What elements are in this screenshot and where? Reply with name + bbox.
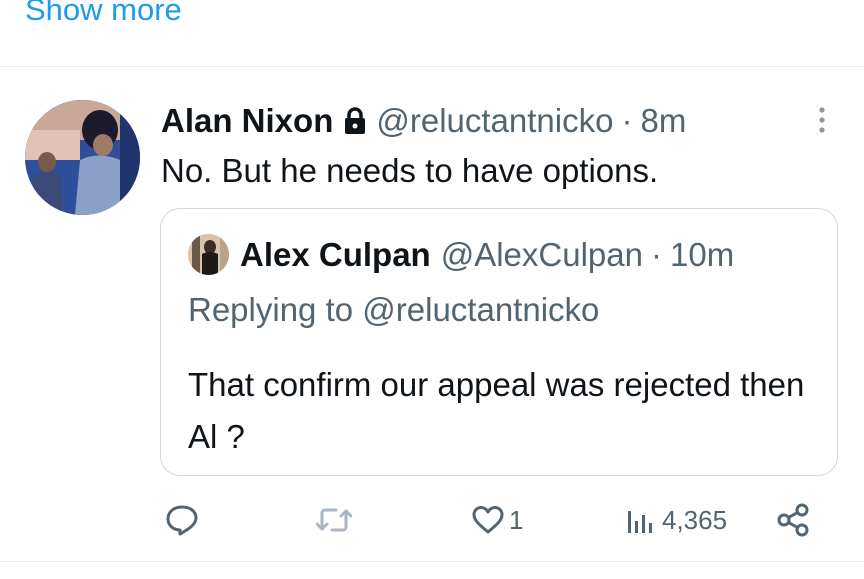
quote-author-name[interactable]: Alex Culpan <box>240 236 431 274</box>
heart-icon <box>471 504 505 536</box>
retweet-icon <box>316 503 352 537</box>
author-name[interactable]: Alan Nixon <box>161 102 333 140</box>
replying-to: Replying to @reluctantnicko <box>188 291 600 328</box>
lock-icon <box>342 106 368 136</box>
reply-button[interactable] <box>165 498 203 542</box>
quoted-tweet[interactable]: Alex Culpan @AlexCulpan · 10m Replying t… <box>160 208 838 476</box>
avatar[interactable] <box>25 100 140 215</box>
separator-dot: · <box>650 236 662 273</box>
quote-timestamp: 10m <box>669 236 735 273</box>
quote-header: Alex Culpan @AlexCulpan · 10m <box>240 234 734 276</box>
divider <box>0 561 864 562</box>
more-vertical-icon[interactable] <box>810 106 834 134</box>
reply-icon <box>165 503 199 537</box>
views-button[interactable]: 4,365 <box>626 498 727 542</box>
share-button[interactable] <box>776 498 812 542</box>
views-count: 4,365 <box>662 504 728 535</box>
tweet-text: No. But he needs to have options. <box>161 152 659 189</box>
timestamp[interactable]: 8m <box>640 102 686 140</box>
author-handle[interactable]: @reluctantnicko <box>376 102 613 140</box>
divider <box>0 66 864 67</box>
action-bar: 1 4,365 <box>0 498 864 542</box>
views-icon <box>626 505 658 535</box>
quote-avatar <box>188 234 229 275</box>
quote-author-handle[interactable]: @AlexCulpan <box>441 236 643 274</box>
tweet-header: Alan Nixon @reluctantnicko · 8m <box>161 100 686 142</box>
like-count: 1 <box>509 504 524 535</box>
separator-dot: · <box>621 102 633 139</box>
share-icon <box>776 502 812 538</box>
show-more-link[interactable]: Show more <box>25 0 182 30</box>
retweet-button[interactable] <box>316 498 356 542</box>
quote-text: That confirm our appeal was rejected the… <box>188 366 805 455</box>
like-button[interactable]: 1 <box>471 498 523 542</box>
